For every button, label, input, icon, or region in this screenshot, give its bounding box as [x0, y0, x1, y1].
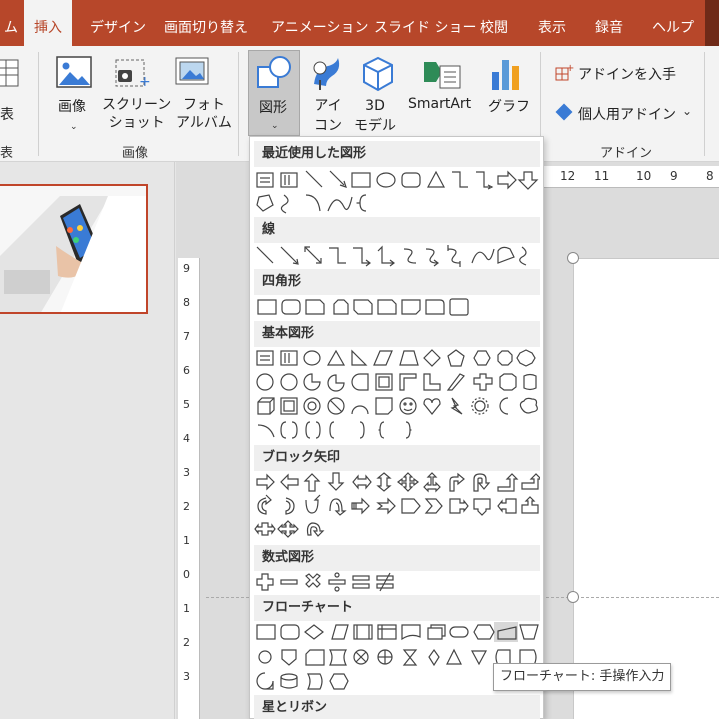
puzzle-icon: [555, 103, 573, 121]
screenshot-icon: +: [115, 59, 151, 90]
section-flowchart: フローチャート: [254, 595, 540, 621]
rectangles-row[interactable]: [254, 295, 540, 321]
icons-icon: [313, 58, 340, 90]
tab-bar-edge: [705, 0, 719, 46]
ruler-tick: 1: [183, 534, 190, 547]
chevron-down-icon: ⌄: [271, 121, 279, 131]
shapes-icon: [257, 56, 291, 88]
images-group-label: 画像: [122, 146, 149, 161]
ruler-tick: 5: [183, 398, 190, 411]
shapes-gallery: 最近使用した図形 線 四角形 基本図形 ブロック矢印 数式図形 フローチャート …: [249, 136, 544, 719]
smartart-label: SmartArt: [408, 96, 472, 112]
bar-chart-icon: [492, 60, 519, 90]
ruler-tick: 12: [560, 169, 576, 183]
ruler-tick: 0: [183, 568, 190, 581]
ruler-tick: 9: [670, 169, 678, 183]
smartart-button[interactable]: SmartArt: [408, 54, 478, 142]
3d-models-label: 3D モデル: [354, 98, 396, 134]
section-recent-shapes: 最近使用した図形: [254, 141, 540, 167]
section-block-arrows: ブロック矢印: [254, 445, 540, 471]
tab-transitions[interactable]: 画面切り替え: [164, 0, 248, 46]
slide-canvas[interactable]: [573, 258, 719, 719]
ruler-tick: 9: [183, 262, 190, 275]
group-separator: [704, 52, 705, 156]
plus-grid-icon: +: [555, 63, 574, 81]
lines-row[interactable]: [254, 243, 540, 269]
ruler-tick: 2: [183, 636, 190, 649]
resize-handle[interactable]: [567, 252, 579, 264]
recent-shapes-row[interactable]: [254, 167, 540, 217]
tab-design[interactable]: デザイン: [90, 0, 146, 46]
svg-text:+: +: [566, 63, 574, 74]
cube-icon: [363, 56, 393, 92]
image-label: 画像: [58, 99, 86, 115]
basic-shapes-grid[interactable]: [254, 347, 540, 449]
table-icon: [0, 59, 19, 87]
icons-label: アイ コン: [314, 98, 342, 134]
shapes-button[interactable]: 図形 ⌄: [248, 50, 300, 136]
my-addins-button[interactable]: 個人用アドイン ⌄: [554, 102, 694, 124]
vertical-ruler: 9 8 7 6 5 4 3 2 1 0 1 2 3: [178, 258, 200, 719]
picture-icon: [56, 56, 92, 88]
ruler-tick: 2: [183, 500, 190, 513]
shape-tooltip: フローチャート: 手操作入力: [493, 663, 671, 691]
tab-record[interactable]: 録音: [595, 0, 623, 46]
icons-button[interactable]: アイ コン: [304, 54, 348, 142]
chevron-down-icon: ⌄: [682, 104, 693, 118]
chart-label: グラフ: [488, 99, 530, 115]
group-separator: [38, 52, 39, 156]
section-equation-shapes: 数式図形: [254, 545, 540, 571]
photo-album-button[interactable]: フォト アルバム: [160, 54, 232, 142]
shapes-label: 図形: [259, 100, 287, 116]
ruler-tick: 7: [183, 330, 190, 343]
section-rectangles: 四角形: [254, 269, 540, 295]
block-arrows-grid[interactable]: [254, 471, 540, 543]
tab-home-partial[interactable]: ム: [0, 0, 24, 46]
equation-shapes-row[interactable]: [254, 571, 540, 595]
phone-photo-thumbnail: [0, 186, 146, 312]
smartart-icon: [424, 62, 461, 89]
screenshot-button[interactable]: + スクリーン ショット: [100, 54, 171, 142]
table-group-label: 表: [0, 146, 14, 161]
ruler-tick: 6: [183, 364, 190, 377]
chevron-down-icon: ⌄: [70, 122, 78, 132]
table-label: 表: [0, 107, 14, 123]
table-button[interactable]: 表: [0, 54, 22, 144]
slide-thumbnail[interactable]: [0, 184, 148, 314]
ruler-tick: 8: [183, 296, 190, 309]
my-addins-label: 個人用アドイン: [578, 107, 676, 123]
tab-view[interactable]: 表示: [538, 0, 566, 46]
section-stars-banners: 星とリボン: [254, 695, 540, 719]
group-separator: [238, 52, 239, 156]
ruler-tick: 3: [183, 466, 190, 479]
powerpoint-window: ム 挿入 デザイン 画面切り替え アニメーション スライド ショー 校閲 表示 …: [0, 0, 719, 719]
chart-button[interactable]: グラフ: [484, 54, 530, 142]
photo-album-label: フォト アルバム: [176, 97, 232, 131]
addins-group-label: アドイン: [600, 146, 653, 161]
resize-handle[interactable]: [567, 591, 579, 603]
ribbon-tab-bar: ム 挿入 デザイン 画面切り替え アニメーション スライド ショー 校閲 表示 …: [0, 0, 719, 46]
tab-review[interactable]: 校閲: [480, 0, 508, 46]
section-lines: 線: [254, 217, 540, 243]
ruler-tick: 11: [594, 169, 610, 183]
tab-help[interactable]: ヘルプ: [652, 0, 694, 46]
get-addins-button[interactable]: + アドインを入手: [554, 62, 676, 84]
ruler-tick: 4: [183, 432, 190, 445]
horizontal-ruler: 12 11 10 9 8: [536, 166, 719, 188]
svg-text:+: +: [139, 74, 151, 90]
tab-slideshow[interactable]: スライド ショー: [374, 0, 476, 46]
ruler-tick: 1: [183, 602, 190, 615]
ruler-tick: 3: [183, 670, 190, 683]
get-addins-label: アドインを入手: [578, 67, 676, 83]
ruler-tick: 8: [706, 169, 714, 183]
image-button[interactable]: 画像 ⌄: [50, 54, 96, 142]
tab-animations[interactable]: アニメーション: [271, 0, 368, 46]
ruler-tick: 10: [636, 169, 652, 183]
tab-insert[interactable]: 挿入: [24, 0, 72, 46]
photo-album-icon: [175, 57, 209, 85]
3d-models-button[interactable]: 3D モデル: [350, 54, 406, 142]
section-basic-shapes: 基本図形: [254, 321, 540, 347]
